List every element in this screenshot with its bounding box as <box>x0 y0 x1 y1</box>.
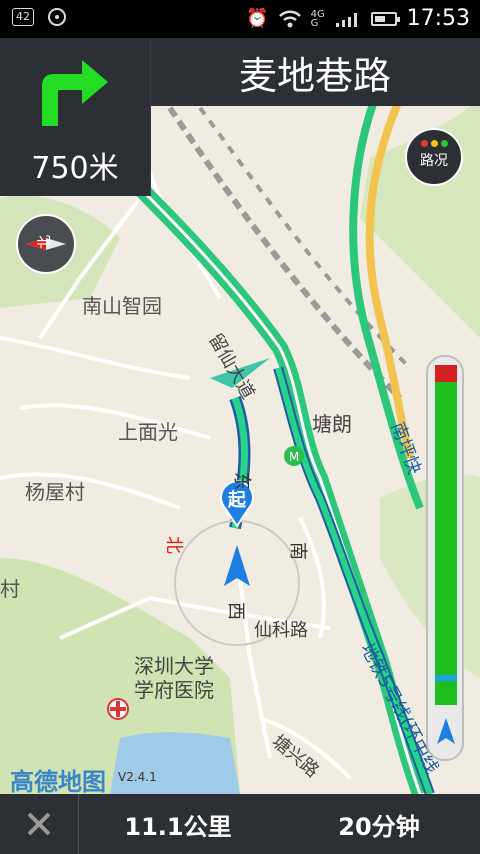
traffic-toggle-button[interactable]: 路况 <box>405 128 463 186</box>
status-clock: 17:53 <box>406 6 470 31</box>
compass-north-label: 北 <box>37 235 53 249</box>
status-bar: 42 ⏰ 4G G 17:53 <box>0 0 480 38</box>
exit-navigation-button[interactable] <box>0 794 79 854</box>
turn-distance: 750米 <box>31 151 119 186</box>
svg-text:M: M <box>289 450 299 464</box>
place-yangwucun: 杨屋村 <box>25 480 85 504</box>
right-turn-arrow-icon <box>42 60 108 126</box>
dir-west-label: 西 <box>225 602 246 620</box>
water-area <box>110 732 240 794</box>
dir-north-label: 北 <box>163 536 184 554</box>
amap-logo: 高德地图 <box>10 768 106 794</box>
progress-completed <box>435 365 457 382</box>
network-type-label: 4G G <box>310 8 325 29</box>
battery-icon <box>370 11 400 26</box>
progress-remaining <box>435 365 457 705</box>
app-version: V2.4.1 <box>118 770 157 784</box>
place-shangmianguang: 上面光 <box>118 420 178 444</box>
turn-instruction-panel: 750米 <box>0 38 151 196</box>
navigation-footer: 11.1公里 20分钟 <box>0 794 480 854</box>
gps-icon <box>48 8 66 26</box>
alarm-icon: ⏰ <box>246 8 269 29</box>
next-road-name: 麦地巷路 <box>238 53 391 98</box>
hospital-icon <box>107 698 129 720</box>
place-cun: 村 <box>0 577 20 601</box>
signal-icon <box>335 12 357 27</box>
navigation-arrow-icon <box>437 718 455 744</box>
metro-station-icon: M <box>284 446 304 466</box>
place-tanglang: 塘朗 <box>312 412 352 436</box>
remaining-time: 20分钟 <box>338 812 420 841</box>
dir-south-label: 南 <box>287 542 308 560</box>
progress-current-marker <box>435 675 457 681</box>
remaining-distance: 11.1公里 <box>124 812 232 841</box>
dir-east-label: 东 <box>231 472 252 490</box>
position-arrow <box>224 545 250 586</box>
traffic-button-label: 路况 <box>420 153 448 169</box>
notification-badge: 42 <box>12 8 34 26</box>
place-xuefu-yiyuan: 学府医院 <box>134 678 214 702</box>
route-progress-bar <box>426 355 464 761</box>
compass-button[interactable]: 北 <box>16 214 76 274</box>
place-nanshan-zhiyuan: 南山智园 <box>82 294 162 318</box>
progress-car-marker <box>435 709 457 753</box>
road-xianke: 仙科路 <box>254 620 308 641</box>
close-icon <box>27 812 51 836</box>
traffic-light-icon <box>407 140 461 147</box>
wifi-icon <box>278 10 301 27</box>
